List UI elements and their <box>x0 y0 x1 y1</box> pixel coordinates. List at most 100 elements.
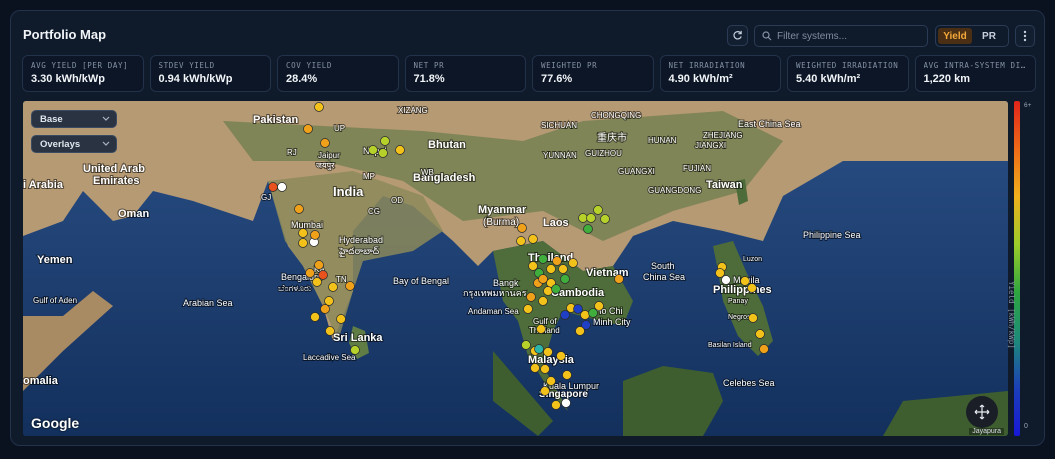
map-attribution: Jayapura <box>969 428 1004 435</box>
system-marker[interactable] <box>538 274 548 284</box>
system-marker[interactable] <box>380 136 390 146</box>
map-label: United Arab <box>83 163 145 175</box>
stat-card: NET IRRADIATION 4.90 kWh/m² <box>659 55 781 92</box>
system-marker[interactable] <box>740 276 750 286</box>
system-marker[interactable] <box>378 148 388 158</box>
system-marker[interactable] <box>551 284 561 294</box>
system-marker[interactable] <box>593 205 603 215</box>
system-marker[interactable] <box>277 182 287 192</box>
system-marker[interactable] <box>521 340 531 350</box>
search-field[interactable] <box>754 25 928 47</box>
system-marker[interactable] <box>325 326 335 336</box>
system-marker[interactable] <box>562 370 572 380</box>
map-label: (Burma) <box>483 217 519 228</box>
legend-max: 6+ <box>1024 102 1032 109</box>
system-marker[interactable] <box>526 292 536 302</box>
system-marker[interactable] <box>540 364 550 374</box>
system-marker[interactable] <box>294 204 304 214</box>
search-input[interactable] <box>777 29 922 44</box>
stats-row: AVG YIELD [PER DAY] 3.30 kWh/kWp STDEV YI… <box>22 55 1036 92</box>
system-marker[interactable] <box>538 254 548 264</box>
system-marker[interactable] <box>583 224 593 234</box>
system-marker[interactable] <box>523 304 533 314</box>
stat-value: 71.8% <box>413 73 445 85</box>
stat-card: COV YIELD 28.4% <box>277 55 399 92</box>
base-layer-dropdown[interactable]: Base <box>31 110 117 128</box>
map-label: JIANGXI <box>695 141 726 150</box>
system-marker[interactable] <box>594 301 604 311</box>
system-marker[interactable] <box>538 296 548 306</box>
system-marker[interactable] <box>755 329 765 339</box>
system-marker[interactable] <box>556 351 566 361</box>
system-marker[interactable] <box>298 228 308 238</box>
system-marker[interactable] <box>314 260 324 270</box>
overlays-dropdown[interactable]: Overlays <box>31 135 117 153</box>
map-label: Emirates <box>93 175 139 187</box>
fullscreen-button[interactable] <box>966 396 998 428</box>
map-label: Laos <box>543 217 569 229</box>
map-canvas[interactable]: Pakistan India Nepal Bhutan Bangladesh M… <box>23 101 1008 436</box>
map-label: Oman <box>118 208 149 220</box>
stat-card: WEIGHTED PR 77.6% <box>532 55 654 92</box>
system-marker[interactable] <box>395 145 405 155</box>
system-marker[interactable] <box>552 256 562 266</box>
system-marker[interactable] <box>305 268 315 278</box>
toggle-yield[interactable]: Yield <box>938 28 972 44</box>
map-label: Myanmar <box>478 204 527 216</box>
system-marker[interactable] <box>759 344 769 354</box>
toggle-pr[interactable]: PR <box>972 28 1006 44</box>
system-marker[interactable] <box>747 283 757 293</box>
system-marker[interactable] <box>528 234 538 244</box>
system-marker[interactable] <box>575 326 585 336</box>
system-marker[interactable] <box>558 264 568 274</box>
system-marker[interactable] <box>324 296 334 306</box>
system-marker[interactable] <box>586 213 596 223</box>
system-marker[interactable] <box>748 313 758 323</box>
system-marker[interactable] <box>561 398 571 408</box>
system-marker[interactable] <box>560 274 570 284</box>
stat-card: AVG INTRA-SYSTEM DISTANCE 1,220 km <box>914 55 1036 92</box>
system-marker[interactable] <box>298 238 308 248</box>
system-marker[interactable] <box>368 145 378 155</box>
system-marker[interactable] <box>310 230 320 240</box>
system-marker[interactable] <box>536 324 546 334</box>
stat-label: NET PR <box>413 61 445 70</box>
system-marker[interactable] <box>517 223 527 233</box>
system-marker[interactable] <box>336 314 346 324</box>
system-marker[interactable] <box>568 258 578 268</box>
system-marker[interactable] <box>546 376 556 386</box>
system-marker[interactable] <box>345 281 355 291</box>
system-marker[interactable] <box>530 363 540 373</box>
system-marker[interactable] <box>534 344 544 354</box>
stat-value: 0.94 kWh/kWp <box>158 73 233 85</box>
system-marker[interactable] <box>320 304 330 314</box>
more-options-button[interactable] <box>1015 25 1035 47</box>
overlays-label: Overlays <box>40 139 81 150</box>
map-label: Yemen <box>37 254 73 266</box>
system-marker[interactable] <box>312 277 322 287</box>
system-marker[interactable] <box>546 264 556 274</box>
system-marker[interactable] <box>328 282 338 292</box>
system-marker[interactable] <box>540 386 550 396</box>
stat-label: WEIGHTED PR <box>541 61 598 70</box>
system-marker[interactable] <box>551 400 561 410</box>
system-marker[interactable] <box>614 274 624 284</box>
system-marker[interactable] <box>580 310 590 320</box>
system-marker[interactable] <box>320 138 330 148</box>
system-marker[interactable] <box>543 286 553 296</box>
system-marker[interactable] <box>516 236 526 246</box>
map-label: i Arabia <box>23 179 64 191</box>
system-marker[interactable] <box>310 312 320 322</box>
system-marker[interactable] <box>560 310 570 320</box>
system-marker[interactable] <box>350 345 360 355</box>
system-marker[interactable] <box>303 124 313 134</box>
map-label: Bangk <box>493 278 519 288</box>
system-marker[interactable] <box>543 347 553 357</box>
refresh-button[interactable] <box>727 25 748 46</box>
system-marker[interactable] <box>314 102 324 112</box>
system-marker[interactable] <box>268 182 278 192</box>
system-marker[interactable] <box>600 214 610 224</box>
legend-gradient-bar <box>1014 101 1020 436</box>
system-marker[interactable] <box>715 268 725 278</box>
stat-card: NET PR 71.8% <box>404 55 526 92</box>
